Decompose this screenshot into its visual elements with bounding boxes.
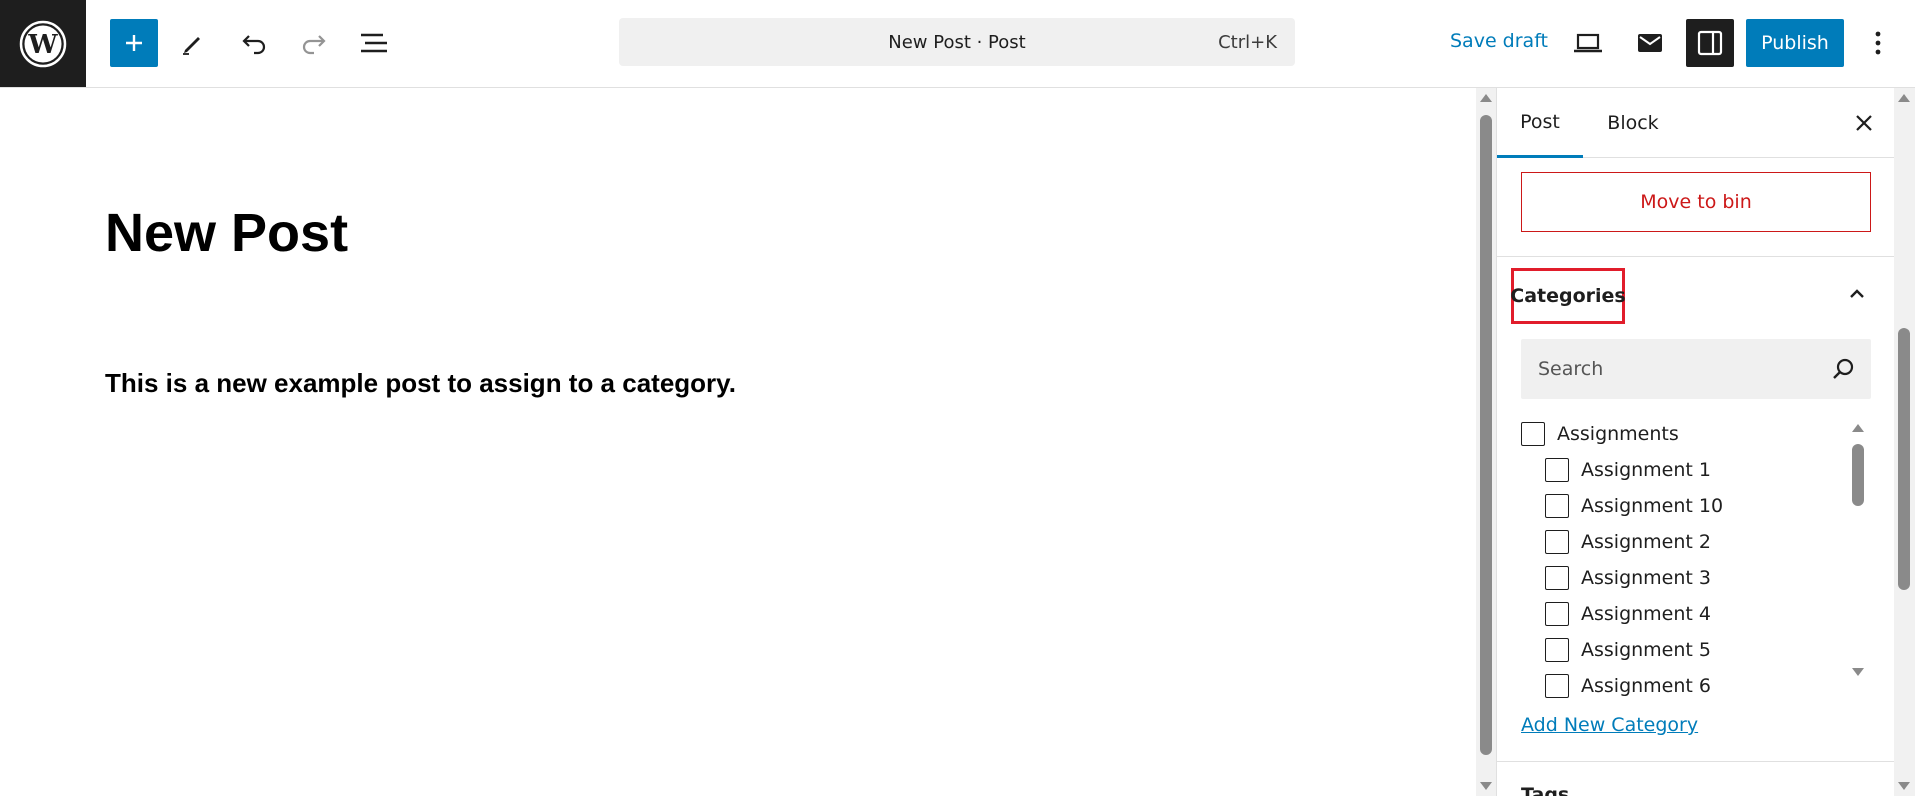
category-item-assignments[interactable]: Assignments — [1521, 419, 1679, 449]
panel-divider — [1497, 256, 1894, 257]
category-checkbox[interactable] — [1521, 422, 1545, 446]
tab-block[interactable]: Block — [1587, 88, 1679, 158]
category-checkbox[interactable] — [1545, 674, 1569, 698]
list-view-icon — [361, 33, 387, 53]
category-label: Assignment 5 — [1581, 639, 1711, 661]
editor-header: W New Post · Post Ctrl+K Save draft Publ… — [0, 0, 1915, 88]
add-block-button[interactable] — [110, 19, 158, 67]
category-label: Assignment 4 — [1581, 603, 1711, 625]
tools-button[interactable] — [168, 19, 216, 67]
laptop-icon — [1574, 33, 1602, 53]
category-search-input[interactable] — [1521, 339, 1821, 399]
category-item-assignment-5[interactable]: Assignment 5 — [1545, 635, 1711, 665]
category-item-assignment-6[interactable]: Assignment 6 — [1545, 671, 1711, 701]
editor-scrollbar[interactable] — [1476, 88, 1496, 796]
collapse-categories-button[interactable] — [1845, 282, 1869, 306]
sidebar-icon — [1697, 30, 1723, 56]
document-overview-button[interactable] — [350, 19, 398, 67]
scrollbar-thumb[interactable] — [1480, 115, 1492, 755]
close-sidebar-button[interactable] — [1851, 110, 1877, 136]
category-item-assignment-2[interactable]: Assignment 2 — [1545, 527, 1711, 557]
scroll-up-arrow[interactable] — [1480, 94, 1492, 102]
sidebar-scrollbar[interactable] — [1894, 88, 1915, 796]
more-vertical-icon — [1875, 31, 1881, 55]
keyboard-shortcut: Ctrl+K — [1218, 32, 1277, 53]
settings-sidebar-toggle[interactable] — [1686, 19, 1734, 67]
category-label: Assignment 2 — [1581, 531, 1711, 553]
category-checkbox[interactable] — [1545, 458, 1569, 482]
scroll-up-arrow[interactable] — [1898, 94, 1910, 102]
plus-icon — [126, 35, 142, 51]
scroll-down-arrow[interactable] — [1480, 782, 1492, 790]
search-icon — [1833, 358, 1854, 379]
scroll-down-arrow[interactable] — [1852, 668, 1864, 676]
categories-panel-toggle[interactable]: Categories — [1510, 268, 1626, 324]
category-item-assignment-4[interactable]: Assignment 4 — [1545, 599, 1711, 629]
document-title: New Post · Post — [888, 32, 1026, 53]
undo-button[interactable] — [230, 19, 278, 67]
jetpack-mail-button[interactable] — [1626, 19, 1674, 67]
category-checkbox[interactable] — [1545, 566, 1569, 590]
category-checkbox[interactable] — [1545, 494, 1569, 518]
scrollbar-thumb[interactable] — [1852, 444, 1864, 506]
category-label: Assignment 10 — [1581, 495, 1724, 517]
close-icon — [1856, 115, 1872, 131]
category-label: Assignment 1 — [1581, 459, 1711, 481]
command-palette-button[interactable]: New Post · Post Ctrl+K — [619, 18, 1295, 66]
scroll-up-arrow[interactable] — [1852, 424, 1864, 432]
category-label: Assignments — [1557, 423, 1679, 445]
tab-post[interactable]: Post — [1497, 88, 1583, 158]
category-checkbox[interactable] — [1545, 530, 1569, 554]
scrollbar-thumb[interactable] — [1898, 328, 1910, 590]
editor-canvas: New Post This is a new example post to a… — [0, 88, 1476, 796]
redo-button[interactable] — [290, 19, 338, 67]
paragraph-block[interactable]: This is a new example post to assign to … — [105, 368, 736, 399]
category-checkbox[interactable] — [1545, 602, 1569, 626]
scroll-down-arrow[interactable] — [1898, 782, 1910, 790]
save-draft-button[interactable]: Save draft — [1450, 30, 1548, 52]
pencil-icon — [183, 37, 200, 55]
undo-icon — [242, 35, 266, 55]
category-search — [1521, 339, 1871, 399]
category-item-assignment-10[interactable]: Assignment 10 — [1545, 491, 1723, 521]
category-label: Assignment 6 — [1581, 675, 1711, 697]
tags-panel-toggle[interactable]: Tags — [1521, 784, 1569, 796]
redo-icon — [302, 35, 326, 55]
wordpress-icon: W — [19, 20, 67, 67]
envelope-icon — [1638, 34, 1662, 52]
category-item-assignment-1[interactable]: Assignment 1 — [1545, 455, 1711, 485]
category-list-scrollbar[interactable] — [1848, 418, 1868, 682]
panel-divider — [1497, 761, 1894, 762]
category-checkbox[interactable] — [1545, 638, 1569, 662]
preview-button[interactable] — [1564, 19, 1612, 67]
settings-sidebar: Post Block Move to bin Categories Assign… — [1496, 88, 1894, 796]
post-title[interactable]: New Post — [105, 202, 348, 264]
chevron-up-icon — [1850, 289, 1864, 298]
category-label: Assignment 3 — [1581, 567, 1711, 589]
category-item-assignment-3[interactable]: Assignment 3 — [1545, 563, 1711, 593]
wordpress-logo-button[interactable]: W — [0, 0, 86, 87]
sidebar-tabs: Post Block — [1497, 88, 1894, 158]
move-to-bin-button[interactable]: Move to bin — [1521, 172, 1871, 232]
options-menu-button[interactable] — [1856, 19, 1900, 67]
svg-text:W: W — [27, 30, 58, 60]
add-new-category-link[interactable]: Add New Category — [1521, 714, 1698, 736]
publish-button[interactable]: Publish — [1746, 19, 1844, 67]
